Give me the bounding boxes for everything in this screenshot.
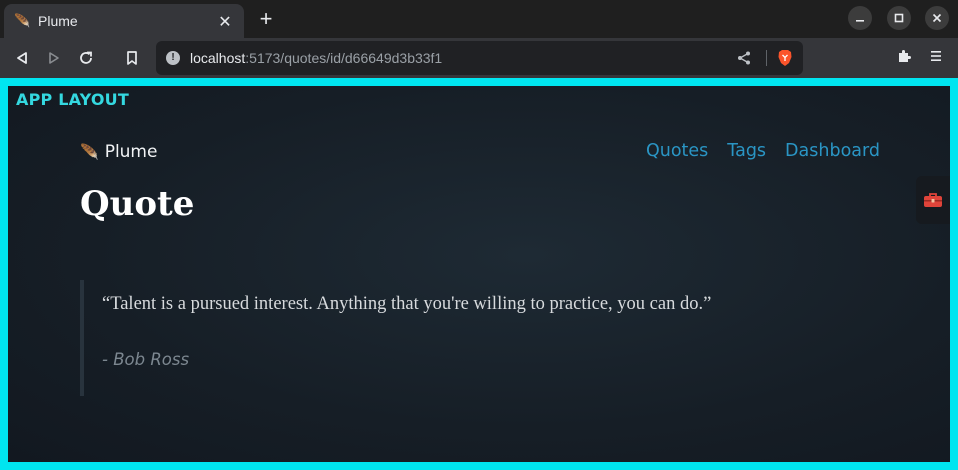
menu-icon[interactable] (928, 48, 944, 64)
address-bar-separator (766, 50, 767, 66)
browser-tab[interactable]: 🪶 Plume ✕ (4, 4, 244, 38)
feather-icon: 🪶 (80, 143, 99, 161)
tab-title: Plume (38, 13, 78, 29)
address-bar[interactable]: ! localhost:5173/quotes/id/d66649d3b33f1 (156, 41, 803, 75)
page-viewport: APP LAYOUT 🪶 Plume Quotes Tags Dashboard… (0, 78, 958, 470)
close-icon (932, 13, 942, 23)
nav-link-tags[interactable]: Tags (727, 141, 766, 161)
new-tab-button[interactable]: + (254, 8, 278, 32)
main-nav: Quotes Tags Dashboard (646, 141, 880, 161)
back-arrow-icon (17, 52, 27, 64)
brand-link[interactable]: 🪶 Plume (80, 142, 157, 162)
back-button[interactable] (10, 46, 34, 70)
reload-button[interactable] (74, 46, 98, 70)
quote-author: - Bob Ross (102, 350, 190, 369)
maximize-button[interactable] (887, 6, 911, 30)
page-title: Quote (80, 184, 195, 224)
bookmark-button[interactable] (120, 46, 144, 70)
brand-name: Plume (104, 142, 158, 162)
app-layout: APP LAYOUT 🪶 Plume Quotes Tags Dashboard… (8, 86, 950, 462)
maximize-icon (894, 13, 904, 23)
quote-text: “Talent is a pursued interest. Anything … (102, 294, 712, 314)
devtools-toggle-button[interactable] (916, 176, 950, 224)
close-tab-icon[interactable]: ✕ (216, 12, 234, 31)
site-info-icon[interactable]: ! (166, 51, 180, 65)
bookmark-icon (127, 51, 137, 65)
minimize-icon (856, 20, 864, 22)
url-text: localhost:5173/quotes/id/d66649d3b33f1 (190, 50, 443, 66)
quote-block: “Talent is a pursued interest. Anything … (80, 280, 874, 396)
minimize-button[interactable] (848, 6, 872, 30)
forward-button[interactable] (42, 46, 66, 70)
forward-arrow-icon (49, 52, 59, 64)
extensions-icon[interactable] (896, 48, 912, 64)
nav-link-dashboard[interactable]: Dashboard (785, 141, 880, 161)
browser-tabstrip: 🪶 Plume ✕ + (0, 0, 958, 38)
brave-shields-icon[interactable] (777, 49, 793, 67)
reload-icon (80, 51, 92, 64)
toolbox-icon (924, 193, 942, 207)
feather-icon: 🪶 (14, 13, 31, 29)
close-window-button[interactable] (925, 6, 949, 30)
nav-link-quotes[interactable]: Quotes (646, 141, 708, 161)
browser-toolbar: ! localhost:5173/quotes/id/d66649d3b33f1 (0, 38, 958, 78)
app-layout-label: APP LAYOUT (16, 90, 129, 109)
share-icon[interactable] (737, 51, 751, 65)
